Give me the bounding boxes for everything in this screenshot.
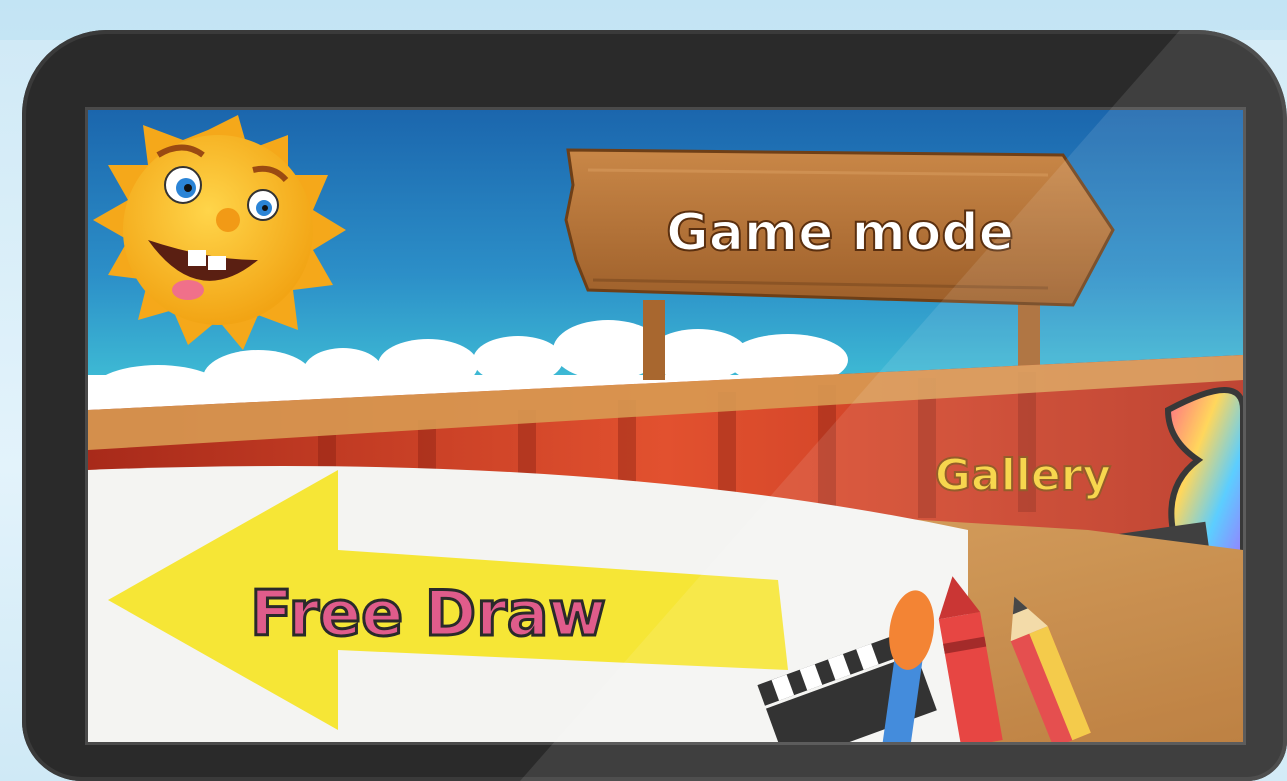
sign-post-left <box>643 300 665 380</box>
menu-artwork: Game mode Gallery Free Draw <box>88 110 1243 742</box>
menu-screen: Game mode Gallery Free Draw <box>85 107 1246 745</box>
free-draw-label: Free Draw <box>250 577 606 650</box>
game-mode-label: Game mode <box>666 203 1014 263</box>
sign-post-right <box>1018 300 1040 370</box>
